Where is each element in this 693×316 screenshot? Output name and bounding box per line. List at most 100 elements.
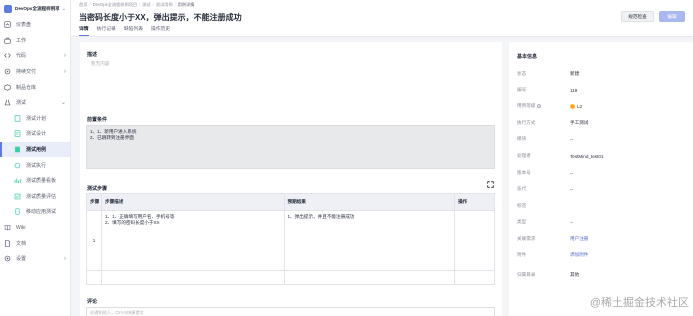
sidebar-item-quality-board[interactable]: 测试质量看板 (0, 173, 70, 189)
code-icon (4, 52, 11, 59)
field-execution-method[interactable]: 执行方式 手工测试 (517, 120, 588, 126)
sidebar-item-label: 移动应用测试 (26, 209, 57, 216)
field-label: 模块 (517, 136, 527, 141)
field-directory[interactable]: 归属目录 其他 (517, 272, 579, 278)
sidebar-item-label: 测试用例 (26, 147, 47, 154)
column-header-expected: 预期结果 (283, 193, 456, 211)
step-action (454, 210, 495, 271)
chevron-right-icon: › (64, 255, 66, 262)
precondition-box[interactable]: 1、1、新用户进入系统 2、已跳转到注册界面 (86, 125, 495, 169)
comment-title: 评论 (87, 299, 98, 305)
sidebar-item-work[interactable]: 工作 (0, 33, 70, 49)
sidebar-item-label: 设置 (16, 256, 27, 263)
tab-operation-history[interactable]: 操作历史 (151, 26, 170, 36)
sidebar-item-dashboard[interactable]: 仪表盘 (0, 17, 70, 33)
field-value: -- (570, 170, 574, 176)
description-content[interactable]: 暂无内容 (91, 61, 109, 67)
sidebar-item-label: 代码 (16, 53, 27, 60)
test-execute-icon (14, 162, 21, 169)
precondition-line: 2、已跳转到注册界面 (90, 135, 134, 140)
tab-details[interactable]: 详情 (79, 26, 89, 36)
field-label: 关联需求 (517, 236, 536, 241)
page-title: 当密码长度小于XX，弹出提示，不能注册成功 (79, 13, 242, 22)
sidebar-item-label: 测试质量看板 (26, 178, 57, 185)
spec-check-button[interactable]: 规范检查 (621, 11, 654, 22)
sidebar-item-label: 测试设计 (26, 131, 47, 138)
project-logo-icon (4, 4, 12, 13)
sidebar-item-code[interactable]: 代码 › (0, 48, 70, 64)
watermark: @稀土掘金技术社区 (589, 297, 689, 309)
sidebar-item-artifact[interactable]: 制品仓库 (0, 79, 70, 95)
field-tags[interactable]: 标签 (517, 203, 570, 209)
field-related-requirement: 关联需求 用户注册 (517, 236, 588, 242)
add-attachment-link[interactable]: 添加附件 (570, 252, 588, 258)
field-value: 手工测试 (570, 120, 589, 125)
field-assignee[interactable]: 处理者 TestMind_test01 (517, 153, 603, 159)
chevron-right-icon: › (64, 52, 66, 59)
breadcrumb: 首页 / DevOps全流程样例项目 / 测试 / 测试用例 / 用例详情 (79, 2, 195, 8)
sidebar-item-test-case[interactable]: 测试用例 (0, 141, 70, 158)
field-value: -- (570, 136, 574, 142)
sidebar-nav: 仪表盘 工作 代码 › 持续交付 › 制品仓库 测试 ⌄ 测试计划 测试设计 测… (0, 17, 70, 267)
fullscreen-icon[interactable] (487, 181, 494, 188)
tab-defect-list[interactable]: 缺陷列表 (124, 26, 143, 36)
sidebar-item-docs[interactable]: 文档 (0, 235, 70, 251)
sidebar-item-test[interactable]: 测试 ⌄ (0, 95, 70, 111)
step-expected[interactable] (283, 270, 456, 285)
sidebar-item-label: 持续交付 (16, 69, 37, 76)
edit-button[interactable]: 编辑 (659, 11, 685, 22)
field-value: 其他 (570, 272, 580, 277)
field-label: 类型 (517, 219, 527, 224)
project-switcher[interactable]: DevOps全流程样例项目 ⌄ (0, 0, 70, 17)
field-module[interactable]: 模块 -- (517, 136, 573, 142)
field-label: 版本号 (517, 170, 531, 175)
detail-tabs: 详情 执行记录 缺陷列表 操作历史 (79, 26, 170, 36)
wiki-icon (4, 224, 11, 231)
comment-input[interactable]: @通知他人，Ctrl+S快捷提交 (86, 307, 495, 316)
test-case-icon (14, 146, 21, 153)
field-version[interactable]: 版本号 -- (517, 170, 573, 176)
breadcrumb-item[interactable]: 首页 (79, 2, 87, 8)
sidebar-item-wiki[interactable]: Wiki (0, 220, 70, 236)
field-iteration[interactable]: 迭代 -- (517, 186, 573, 192)
field-case-level[interactable]: 用例等级? L2 (517, 103, 582, 109)
sidebar-item-label: 测试计划 (26, 115, 47, 122)
sidebar-item-quality-assess[interactable]: 测试质量评估 (0, 189, 70, 205)
sidebar-item-label: 测试质量评估 (26, 193, 57, 200)
breadcrumb-item[interactable]: DevOps全流程样例项目 (93, 2, 137, 8)
field-label: 附件 (517, 252, 527, 257)
help-icon[interactable]: ? (537, 104, 542, 108)
step-description[interactable]: 1、1、正确填写用户名、手机号等 2、填写的密码长度小于XX (100, 210, 285, 271)
test-steps-table: 步骤 步骤描述 预期结果 操作 1 1、1、正确填写用户名、手机号等 2、填写的… (86, 193, 495, 285)
chevron-down-icon: ⌄ (60, 100, 66, 107)
case-detail-panel: 描述 暂无内容 前置条件 1、1、新用户进入系统 2、已跳转到注册界面 测试步骤… (80, 42, 502, 316)
step-description-line: 2、填写的密码长度小于XX (104, 220, 160, 225)
sidebar-item-delivery[interactable]: 持续交付 › (0, 64, 70, 80)
basic-info-panel: 基本信息 状态 新建 编号 119 用例等级? L2 执行方式 手工测试 模块 … (509, 42, 693, 316)
field-value: -- (570, 219, 574, 225)
step-index: 1 (86, 210, 102, 271)
page-header: 首页 / DevOps全流程样例项目 / 测试 / 测试用例 / 用例详情 当密码长度小… (71, 0, 693, 37)
tab-execution-records[interactable]: 执行记录 (97, 26, 116, 36)
settings-icon (4, 255, 11, 262)
sidebar-item-label: 工作 (16, 37, 27, 44)
quality-board-icon (14, 177, 21, 184)
field-label: 处理者 (517, 153, 531, 158)
field-type[interactable]: 类型 -- (517, 219, 573, 225)
sidebar-item-mobile-test[interactable]: 移动应用测试 (0, 204, 70, 220)
sidebar-item-test-plan[interactable]: 测试计划 (0, 111, 70, 127)
sidebar-item-test-execute[interactable]: 测试执行 (0, 157, 70, 173)
sidebar-item-settings[interactable]: 设置 › (0, 251, 70, 267)
field-status[interactable]: 状态 新建 (517, 71, 579, 77)
step-expected[interactable]: 1、弹出提示，并且不能注册成功 (283, 210, 456, 271)
artifact-icon (4, 83, 11, 91)
sidebar-item-test-design[interactable]: 测试设计 (0, 126, 70, 142)
chevron-down-icon: ⌄ (61, 5, 66, 12)
test-design-icon (14, 130, 21, 138)
breadcrumb-item[interactable]: 测试 (142, 2, 150, 8)
breadcrumb-item[interactable]: 测试用例 (156, 2, 173, 8)
level-indicator-icon (570, 103, 575, 109)
related-requirement-link[interactable]: 用户注册 (570, 236, 588, 242)
breadcrumb-current: 用例详情 (177, 2, 195, 7)
step-description[interactable] (100, 270, 285, 285)
